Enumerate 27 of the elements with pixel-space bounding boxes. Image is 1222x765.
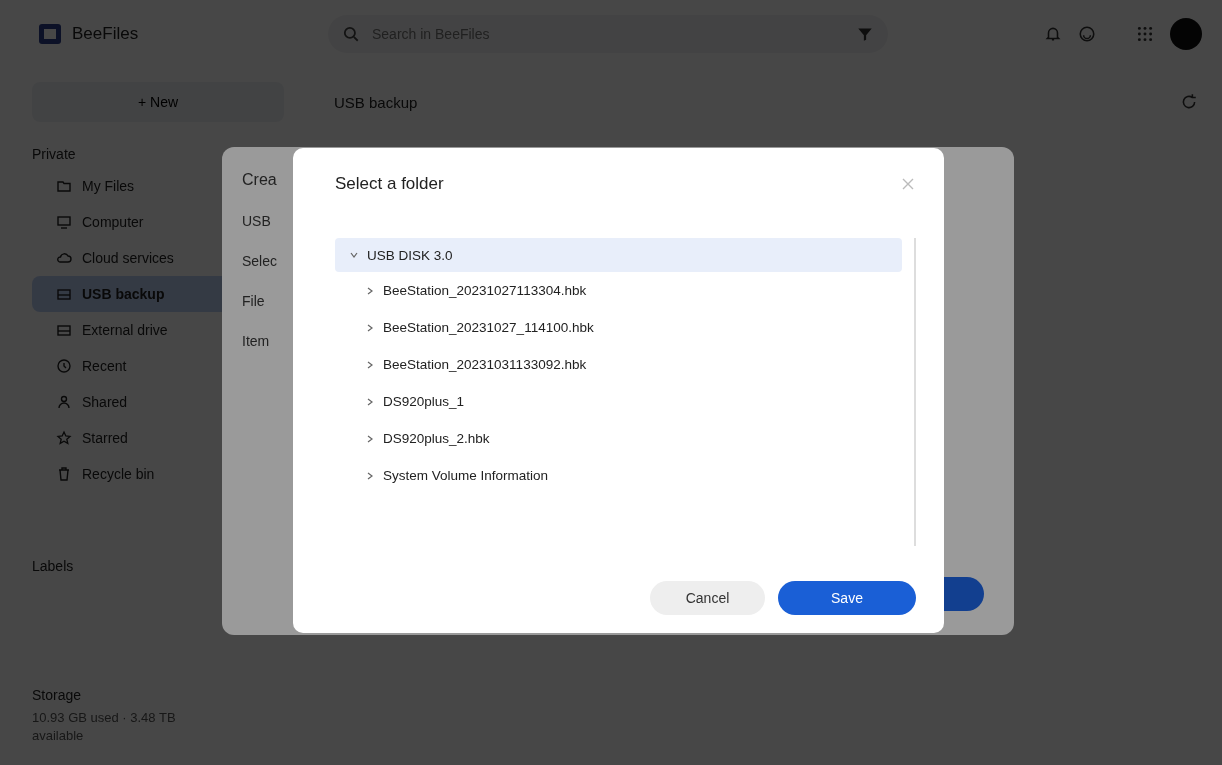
chevron-icon [365,470,375,481]
form-label: Selec [242,253,278,269]
tree-item[interactable]: BeeStation_20231031133092.hbk [335,346,902,383]
tree-item[interactable]: System Volume Information [335,457,902,494]
dialog-title: Crea [242,171,277,189]
form-label: USB [242,213,271,229]
chevron-icon [349,250,359,260]
tree-item[interactable]: DS920plus_2.hbk [335,420,902,457]
chevron-icon [365,359,375,370]
dialog-title: Select a folder [335,174,444,194]
section-heading: Private [32,145,77,164]
tree-item[interactable]: DS920plus_1 [335,383,902,420]
save-button[interactable]: Save [778,581,916,615]
app-title: BeeFiles [72,24,139,44]
form-label: Item [242,333,270,349]
chevron-icon [365,285,375,296]
section-heading: Storage [32,686,83,705]
form-label: File [242,293,265,309]
tree-item[interactable]: USB DISK 3.0 [335,238,902,272]
cancel-button[interactable]: Cancel [650,581,765,615]
tree-item[interactable]: BeeStation_20231027113304.hbk [335,272,902,309]
tree-item[interactable]: BeeStation_20231027_114100.hbk [335,309,902,346]
chevron-icon [365,322,375,333]
chevron-icon [365,396,375,407]
chevron-icon [365,433,375,444]
close-icon[interactable] [900,176,916,192]
section-heading: Labels [32,557,75,576]
